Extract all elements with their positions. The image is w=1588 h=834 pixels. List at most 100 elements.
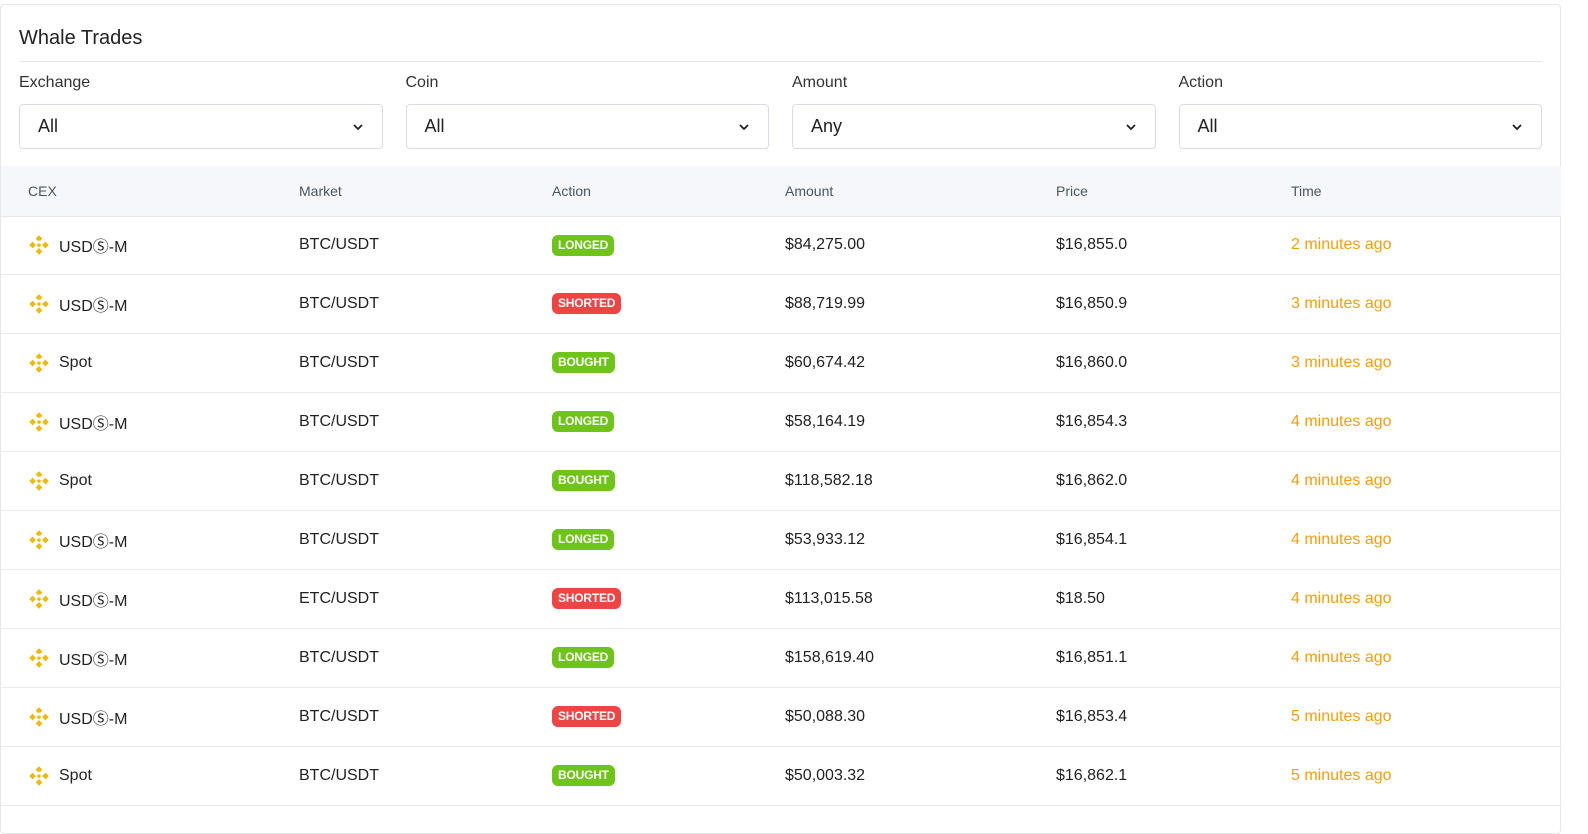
cell-time: 4 minutes ago bbox=[1291, 569, 1561, 629]
table-row[interactable]: USDⓈ-M BTC/USDT SHORTED $50,088.30 $16,853.4… bbox=[1, 687, 1561, 747]
cex-label: Spot bbox=[59, 353, 92, 371]
cell-amount: $88,719.99 bbox=[785, 274, 1056, 334]
chevron-down-icon bbox=[1511, 121, 1523, 133]
cell-time: 2 minutes ago bbox=[1291, 216, 1561, 275]
cex-label: Spot bbox=[59, 766, 92, 784]
column-header-amount[interactable]: Amount bbox=[785, 166, 1056, 217]
cell-time: 5 minutes ago bbox=[1291, 746, 1561, 806]
table-row[interactable]: Spot BTC/USDT BOUGHT $118,582.18 $16,862.0 4 … bbox=[1, 451, 1561, 511]
cell-action: BOUGHT bbox=[552, 746, 785, 806]
cell-cex: USDⓈ-M bbox=[1, 687, 299, 747]
cell-action: BOUGHT bbox=[552, 333, 785, 393]
cell-price: $16,862.1 bbox=[1056, 746, 1291, 806]
cell-cex: USDⓈ-M bbox=[1, 628, 299, 688]
cell-time: 3 minutes ago bbox=[1291, 274, 1561, 334]
action-badge: SHORTED bbox=[552, 588, 622, 609]
column-header-cex[interactable]: CEX bbox=[1, 166, 299, 217]
cell-time: 4 minutes ago bbox=[1291, 510, 1561, 570]
cell-cex: USDⓈ-M bbox=[1, 510, 299, 570]
cell-price: $16,855.0 bbox=[1056, 216, 1291, 275]
cell-amount: $53,933.12 bbox=[785, 510, 1056, 570]
action-select[interactable]: All bbox=[1178, 104, 1542, 149]
cell-action: SHORTED bbox=[552, 569, 785, 629]
cell-price: $18.50 bbox=[1056, 569, 1291, 629]
cell-action: SHORTED bbox=[552, 274, 785, 334]
table-header-row: CEX Market Action Amount Price Time bbox=[1, 166, 1561, 217]
column-header-time[interactable]: Time bbox=[1291, 166, 1561, 217]
trades-table: CEX Market Action Amount Price Time USDⓈ… bbox=[1, 166, 1561, 806]
table-row[interactable]: USDⓈ-M ETC/USDT SHORTED $113,015.58 $18.50 4 … bbox=[1, 569, 1561, 629]
cell-amount: $50,003.32 bbox=[785, 746, 1056, 806]
cex-label: USDⓈ-M bbox=[59, 651, 128, 669]
cell-cex: Spot bbox=[1, 746, 299, 806]
cex-label: Spot bbox=[59, 471, 92, 489]
cell-time: 3 minutes ago bbox=[1291, 333, 1561, 393]
filter-amount: Amount Any bbox=[792, 74, 1156, 166]
table-row[interactable]: USDⓈ-M BTC/USDT SHORTED $88,719.99 $16,850.9… bbox=[1, 274, 1561, 334]
cell-cex: USDⓈ-M bbox=[1, 274, 299, 334]
cell-amount: $58,164.19 bbox=[785, 392, 1056, 452]
cell-market: BTC/USDT bbox=[299, 274, 552, 334]
action-badge: SHORTED bbox=[552, 706, 622, 727]
table-row[interactable]: Spot BTC/USDT BOUGHT $50,003.32 $16,862.1 5 m… bbox=[1, 746, 1561, 806]
cell-action: LONGED bbox=[552, 510, 785, 570]
cell-amount: $84,275.00 bbox=[785, 216, 1056, 275]
cell-price: $16,850.9 bbox=[1056, 274, 1291, 334]
binance-logo-icon bbox=[28, 352, 50, 374]
table-row[interactable]: USDⓈ-M BTC/USDT LONGED $84,275.00 $16,855.0 2… bbox=[1, 216, 1561, 275]
binance-logo-icon bbox=[28, 588, 50, 610]
table-row[interactable]: Spot BTC/USDT BOUGHT $60,674.42 $16,860.0 3 m… bbox=[1, 333, 1561, 393]
cex-label: USDⓈ-M bbox=[59, 710, 128, 728]
action-badge: BOUGHT bbox=[552, 765, 615, 786]
filter-exchange: Exchange All bbox=[19, 74, 383, 166]
cell-market: BTC/USDT bbox=[299, 333, 552, 393]
action-badge: LONGED bbox=[552, 647, 615, 668]
cell-action: LONGED bbox=[552, 628, 785, 688]
cell-cex: Spot bbox=[1, 333, 299, 393]
coin-select[interactable]: All bbox=[405, 104, 769, 149]
filter-label: Exchange bbox=[19, 74, 91, 91]
cell-time: 4 minutes ago bbox=[1291, 392, 1561, 452]
card-header: Whale Trades Exchange All Coin All Amoun… bbox=[1, 5, 1560, 166]
column-header-action[interactable]: Action bbox=[552, 166, 785, 217]
cell-price: $16,860.0 bbox=[1056, 333, 1291, 393]
table-row[interactable]: USDⓈ-M BTC/USDT LONGED $158,619.40 $16,851.1… bbox=[1, 628, 1561, 688]
cell-action: LONGED bbox=[552, 216, 785, 275]
cell-price: $16,853.4 bbox=[1056, 687, 1291, 747]
select-value: Any bbox=[811, 116, 843, 136]
cell-market: BTC/USDT bbox=[299, 628, 552, 688]
cex-label: USDⓈ-M bbox=[59, 239, 128, 256]
cell-price: $16,854.3 bbox=[1056, 392, 1291, 452]
filter-label: Coin bbox=[405, 74, 439, 91]
cell-action: BOUGHT bbox=[552, 451, 785, 511]
cell-action: SHORTED bbox=[552, 687, 785, 747]
exchange-select[interactable]: All bbox=[19, 104, 383, 149]
cell-action: LONGED bbox=[552, 392, 785, 452]
cell-cex: Spot bbox=[1, 451, 299, 511]
amount-select[interactable]: Any bbox=[792, 104, 1156, 149]
cell-amount: $60,674.42 bbox=[785, 333, 1056, 393]
cell-market: ETC/USDT bbox=[299, 569, 552, 629]
action-badge: LONGED bbox=[552, 234, 615, 256]
cell-amount: $50,088.30 bbox=[785, 687, 1056, 747]
cell-market: BTC/USDT bbox=[299, 510, 552, 570]
action-badge: SHORTED bbox=[552, 293, 622, 314]
filter-label: Amount bbox=[792, 74, 848, 91]
action-badge: LONGED bbox=[552, 529, 615, 550]
column-header-market[interactable]: Market bbox=[299, 166, 552, 217]
cex-label: USDⓈ-M bbox=[59, 297, 128, 315]
cell-market: BTC/USDT bbox=[299, 746, 552, 806]
cell-cex: USDⓈ-M bbox=[1, 216, 299, 275]
cell-price: $16,862.0 bbox=[1056, 451, 1291, 511]
select-value: All bbox=[1197, 116, 1218, 136]
table-row[interactable]: USDⓈ-M BTC/USDT LONGED $53,933.12 $16,854.1 4… bbox=[1, 510, 1561, 570]
cell-amount: $158,619.40 bbox=[785, 628, 1056, 688]
cex-label: USDⓈ-M bbox=[59, 592, 128, 610]
cell-price: $16,854.1 bbox=[1056, 510, 1291, 570]
cell-amount: $118,582.18 bbox=[785, 451, 1056, 511]
table-row[interactable]: USDⓈ-M BTC/USDT LONGED $58,164.19 $16,854.3 4… bbox=[1, 392, 1561, 452]
filter-coin: Coin All bbox=[405, 74, 769, 166]
action-badge: BOUGHT bbox=[552, 352, 615, 373]
cell-price: $16,851.1 bbox=[1056, 628, 1291, 688]
column-header-price[interactable]: Price bbox=[1056, 166, 1291, 217]
